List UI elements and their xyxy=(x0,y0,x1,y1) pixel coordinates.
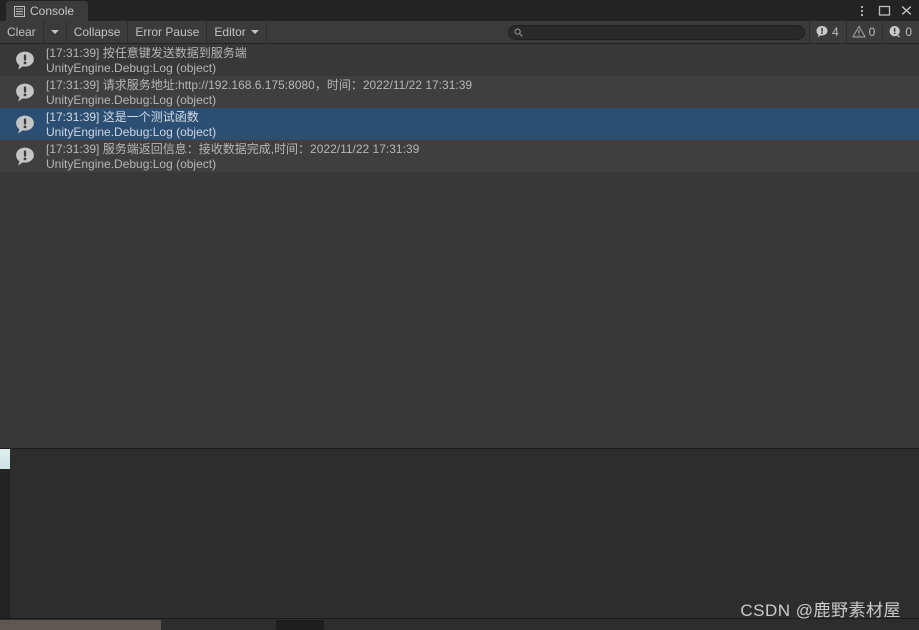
search-input[interactable] xyxy=(522,25,804,39)
info-bubble-icon xyxy=(16,51,34,70)
log-entry-row[interactable]: [17:31:39] 服务端返回信息：接收数据完成,时间：2022/11/22 … xyxy=(0,140,919,172)
log-entry-message: [17:31:39] 按任意键发送数据到服务端 xyxy=(46,46,247,60)
background-lower-pane xyxy=(10,449,919,618)
collapse-button-label: Collapse xyxy=(73,25,121,39)
search-box[interactable] xyxy=(507,24,805,40)
console-tab-bar: Console xyxy=(0,0,919,21)
console-list-icon xyxy=(14,5,25,17)
close-button[interactable] xyxy=(896,1,916,21)
editor-status-bar xyxy=(0,618,919,630)
info-bubble-icon xyxy=(16,147,34,166)
editor-dropdown-label: Editor xyxy=(214,25,246,39)
console-log-list[interactable]: [17:31:39] 按任意键发送数据到服务端 UnityEngine.Debug… xyxy=(0,44,919,449)
editor-dropdown-button[interactable]: Editor xyxy=(207,21,267,43)
log-entry-message: [17:31:39] 服务端返回信息：接收数据完成,时间：2022/11/22 … xyxy=(46,142,420,156)
warning-triangle-icon xyxy=(851,25,866,38)
chevron-down-icon xyxy=(250,30,259,34)
info-bubble-icon xyxy=(16,83,34,102)
log-entry-message: [17:31:39] 这是一个测试函数 xyxy=(46,110,199,124)
vertical-dots-icon xyxy=(860,5,864,16)
search-icon xyxy=(514,28,523,37)
warning-count-value: 0 xyxy=(868,25,876,39)
message-counters: 4 0 0 xyxy=(808,21,919,43)
error-pause-button-label: Error Pause xyxy=(135,25,200,39)
log-entry-stack: UnityEngine.Debug:Log (object) xyxy=(46,125,217,139)
log-entry-stack: UnityEngine.Debug:Log (object) xyxy=(46,157,217,171)
kebab-menu-button[interactable] xyxy=(852,1,872,21)
console-window: Console Clear Collapse Error Pause Edito… xyxy=(0,0,919,449)
log-count[interactable]: 4 xyxy=(808,21,846,43)
chevron-down-icon xyxy=(50,30,59,34)
search-area xyxy=(504,21,809,43)
console-toolbar: Clear Collapse Error Pause Editor 4 0 0 xyxy=(0,21,919,44)
maximize-square-icon xyxy=(878,5,890,16)
error-circle-icon xyxy=(889,25,901,38)
unity-editor-screen: t Console xyxy=(0,0,919,630)
maximize-button[interactable] xyxy=(874,1,894,21)
log-entry-row[interactable]: [17:31:39] 这是一个测试函数 UnityEngine.Debug:Log… xyxy=(0,108,919,140)
close-x-icon xyxy=(901,6,911,15)
clear-button-label: Clear xyxy=(7,25,36,39)
info-bubble-icon xyxy=(16,115,34,134)
error-count-value: 0 xyxy=(905,25,912,39)
window-controls xyxy=(852,0,916,21)
tab-console-label: Console xyxy=(30,4,75,18)
collapse-button[interactable]: Collapse xyxy=(67,21,129,43)
error-count[interactable]: 0 xyxy=(882,21,919,43)
error-pause-button[interactable]: Error Pause xyxy=(128,21,208,43)
log-entry-stack: UnityEngine.Debug:Log (object) xyxy=(46,61,217,75)
clear-button[interactable]: Clear xyxy=(0,21,43,43)
tab-console[interactable]: Console xyxy=(6,1,88,21)
clear-dropdown-button[interactable] xyxy=(44,21,67,43)
console-window-bottom-edge xyxy=(0,448,919,449)
log-entry-row[interactable]: [17:31:39] 按任意键发送数据到服务端 UnityEngine.Debug… xyxy=(0,44,919,76)
log-entry-stack: UnityEngine.Debug:Log (object) xyxy=(46,93,217,107)
info-bubble-icon xyxy=(816,26,828,38)
warning-count[interactable]: 0 xyxy=(845,21,883,43)
log-count-value: 4 xyxy=(831,25,839,39)
log-entry-row[interactable]: [17:31:39] 请求服务地址:http://192.168.6.175:8… xyxy=(0,76,919,108)
log-entry-message: [17:31:39] 请求服务地址:http://192.168.6.175:8… xyxy=(46,78,473,92)
